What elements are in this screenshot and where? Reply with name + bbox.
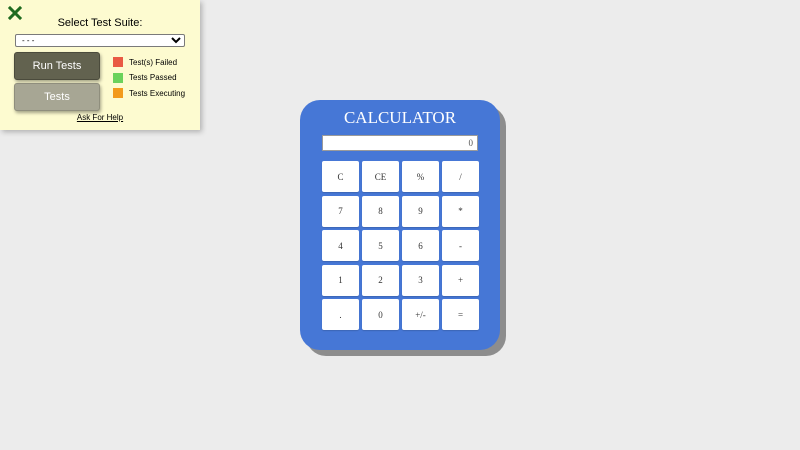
legend-item-executing: Tests Executing (113, 88, 185, 98)
key-negate[interactable]: +/- (402, 299, 439, 330)
test-suite-select[interactable]: - - - (15, 34, 185, 47)
key-equals[interactable]: = (442, 299, 479, 330)
panel-title: Select Test Suite: (57, 17, 143, 29)
key-clear[interactable]: C (322, 161, 359, 192)
key-4[interactable]: 4 (322, 230, 359, 261)
key-add[interactable]: + (442, 264, 479, 296)
ask-for-help-link[interactable]: Ask For Help (0, 113, 200, 122)
tests-button[interactable]: Tests (14, 83, 100, 111)
calculator: CALCULATOR 0 C CE % / 7 8 9 * 4 5 6 - 1 … (300, 100, 500, 350)
key-5[interactable]: 5 (362, 230, 399, 261)
key-subtract[interactable]: - (442, 230, 479, 261)
executing-swatch (113, 88, 123, 98)
key-percent[interactable]: % (402, 161, 439, 192)
key-6[interactable]: 6 (402, 230, 439, 261)
key-3[interactable]: 3 (402, 264, 439, 296)
passed-swatch (113, 72, 123, 83)
key-divide[interactable]: / (442, 161, 479, 192)
failed-swatch (113, 57, 123, 67)
test-suite-panel: Select Test Suite: - - - Run Tests Tests… (0, 0, 200, 130)
test-status-legend: Test(s) Failed Tests Passed Tests Execut… (113, 57, 185, 104)
run-tests-button[interactable]: Run Tests (14, 52, 100, 80)
key-8[interactable]: 8 (362, 195, 399, 227)
key-9[interactable]: 9 (402, 195, 439, 227)
legend-item-passed: Tests Passed (113, 72, 185, 83)
calculator-keypad: C CE % / 7 8 9 * 4 5 6 - 1 2 3 + . 0 +/-… (322, 161, 479, 330)
key-2[interactable]: 2 (362, 264, 399, 296)
key-0[interactable]: 0 (362, 299, 399, 330)
key-multiply[interactable]: * (442, 195, 479, 227)
key-1[interactable]: 1 (322, 264, 359, 296)
key-decimal[interactable]: . (322, 299, 359, 330)
legend-label-executing: Tests Executing (129, 88, 186, 98)
legend-label-passed: Tests Passed (129, 73, 177, 82)
key-7[interactable]: 7 (322, 195, 359, 227)
legend-item-failed: Test(s) Failed (113, 57, 185, 67)
calculator-display: 0 (322, 135, 478, 151)
legend-label-failed: Test(s) Failed (129, 57, 178, 67)
calculator-title: CALCULATOR (343, 108, 457, 127)
key-clear-entry[interactable]: CE (362, 161, 399, 192)
